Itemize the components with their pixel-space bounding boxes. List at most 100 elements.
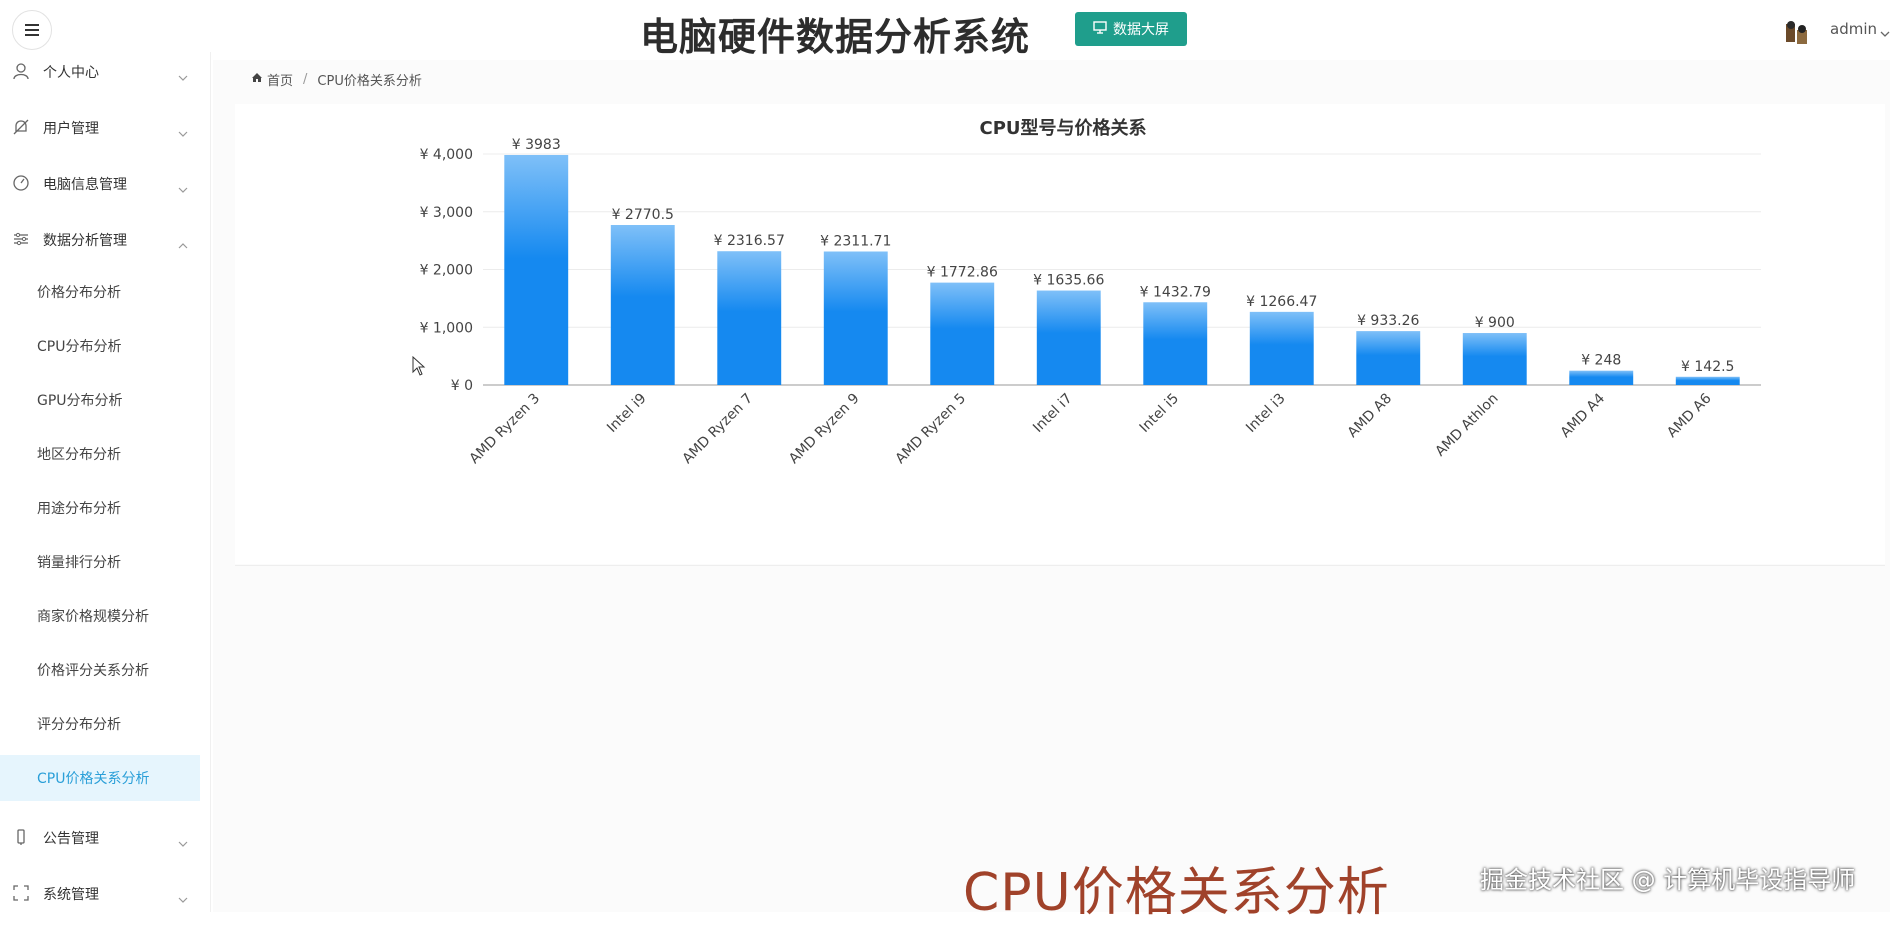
sidebar-subitem-label: 销量排行分析 [37, 555, 121, 571]
chart-title: CPU型号与价格关系 [979, 117, 1146, 139]
x-tick-label: AMD Ryzen 9 [786, 391, 863, 468]
sidebar-item-data-analysis[interactable]: 数据分析管理 [0, 220, 205, 260]
sidebar-subitem-sales-ranking[interactable]: 销量排行分析 [0, 539, 200, 585]
mouse-cursor-icon [412, 355, 426, 380]
bar[interactable] [930, 282, 995, 385]
sidebar-subitem-usage-distribution[interactable]: 用途分布分析 [0, 485, 200, 531]
sidebar-item-announcements[interactable]: 公告管理 [0, 818, 205, 858]
bar[interactable] [610, 225, 675, 385]
breadcrumb: 首页 / CPU价格关系分析 [251, 70, 422, 89]
bar[interactable] [504, 154, 569, 385]
sidebar-subitem-cpu-distribution[interactable]: CPU分布分析 [0, 323, 200, 369]
bell-off-icon [12, 118, 30, 136]
chevron-down-icon [178, 888, 188, 907]
y-tick-label: ¥ 1,000 [420, 320, 473, 336]
sidebar-subitem-label: 商家价格规模分析 [37, 609, 149, 625]
bar-value-label: ¥ 2311.71 [820, 233, 891, 249]
bigscreen-label: 数据大屏 [1113, 22, 1169, 38]
chevron-down-icon [178, 122, 188, 141]
sidebar-subitem-merchant-price-scale[interactable]: 商家价格规模分析 [0, 593, 200, 639]
sidebar: 个人中心 用户管理 电脑信息管理 数据分析管理 价格分布分析 CPU分布分析 G… [0, 52, 211, 912]
bar[interactable] [1569, 370, 1634, 385]
menu-toggle-button[interactable] [12, 10, 52, 50]
sliders-icon [12, 230, 30, 248]
bar[interactable] [1249, 311, 1314, 385]
sidebar-item-label: 公告管理 [43, 831, 99, 847]
sidebar-subitem-rating-distribution[interactable]: 评分分布分析 [0, 701, 200, 747]
chevron-down-icon [178, 66, 188, 85]
chevron-down-icon[interactable] [1880, 22, 1890, 41]
sidebar-item-system[interactable]: 系统管理 [0, 874, 205, 914]
sidebar-subitem-label: 价格分布分析 [37, 285, 121, 301]
sidebar-item-label: 系统管理 [43, 887, 99, 903]
chart-divider [235, 565, 1885, 566]
top-header: 电脑硬件数据分析系统 数据大屏 admin [0, 0, 1890, 62]
breadcrumb-separator: / [303, 72, 308, 87]
bar[interactable] [1036, 290, 1101, 385]
sidebar-item-users[interactable]: 用户管理 [0, 108, 205, 148]
y-tick-label: ¥ 3,000 [420, 205, 473, 221]
gauge-icon [12, 174, 30, 192]
breadcrumb-home[interactable]: 首页 [267, 70, 293, 89]
home-icon [251, 72, 263, 87]
sidebar-subitem-cpu-price-relation[interactable]: CPU价格关系分析 [0, 755, 200, 801]
sidebar-subitem-label: 评分分布分析 [37, 717, 121, 733]
video-caption: CPU价格关系分析 [963, 863, 1390, 923]
chevron-down-icon [178, 178, 188, 197]
x-tick-label: AMD Athlon [1432, 391, 1501, 460]
monitor-icon [1093, 20, 1107, 38]
bar-value-label: ¥ 900 [1475, 315, 1515, 331]
sidebar-subitem-price-distribution[interactable]: 价格分布分析 [0, 269, 200, 315]
bar[interactable] [717, 251, 782, 385]
hamburger-icon [25, 21, 39, 40]
sidebar-item-profile[interactable]: 个人中心 [0, 52, 205, 92]
bar[interactable] [1143, 302, 1208, 385]
sidebar-item-label: 数据分析管理 [43, 233, 127, 249]
y-tick-label: ¥ 0 [451, 378, 473, 394]
bar-value-label: ¥ 1432.79 [1140, 284, 1211, 300]
x-tick-label: Intel i7 [1030, 391, 1075, 436]
bar-value-label: ¥ 3983 [512, 137, 561, 153]
x-tick-label: Intel i3 [1243, 391, 1288, 436]
data-bigscreen-button[interactable]: 数据大屏 [1075, 12, 1187, 46]
sidebar-subitem-label: CPU分布分析 [37, 339, 122, 355]
sidebar-item-label: 用户管理 [43, 121, 99, 137]
avatar[interactable] [1783, 18, 1813, 48]
bar[interactable] [1462, 333, 1527, 385]
sidebar-subitem-label: 地区分布分析 [37, 447, 121, 463]
bar[interactable] [1356, 331, 1421, 385]
x-tick-label: AMD Ryzen 5 [892, 391, 969, 468]
bar[interactable] [1675, 376, 1740, 385]
sidebar-subitem-label: CPU价格关系分析 [37, 771, 150, 787]
sidebar-subitem-gpu-distribution[interactable]: GPU分布分析 [0, 377, 200, 423]
x-tick-label: AMD A4 [1558, 390, 1609, 441]
x-tick-label: AMD Ryzen 7 [679, 391, 756, 468]
username[interactable]: admin [1830, 20, 1877, 38]
sidebar-subitem-label: 用途分布分析 [37, 501, 121, 517]
watermark-text: 掘金技术社区 @ 计算机毕设指导师 [1480, 866, 1856, 894]
bar-value-label: ¥ 1635.66 [1033, 273, 1104, 289]
y-tick-label: ¥ 2,000 [420, 263, 473, 279]
x-tick-label: AMD Ryzen 3 [466, 391, 543, 468]
chevron-down-icon [178, 832, 188, 851]
sidebar-item-label: 电脑信息管理 [43, 177, 127, 193]
bar[interactable] [823, 251, 888, 385]
bar-value-label: ¥ 142.5 [1681, 359, 1734, 375]
x-tick-label: Intel i9 [604, 391, 649, 436]
bar-value-label: ¥ 248 [1581, 353, 1621, 369]
bar-value-label: ¥ 1772.86 [927, 265, 998, 281]
sidebar-subitem-region-distribution[interactable]: 地区分布分析 [0, 431, 200, 477]
main-content: 首页 / CPU价格关系分析 CPU型号与价格关系 ¥ 0 ¥ 1,000 ¥ 2,… [213, 60, 1890, 923]
cpu-price-bar-chart: CPU型号与价格关系 ¥ 0 ¥ 1,000 ¥ 2,000 ¥ 3,000 ¥ 4,0… [420, 117, 1761, 468]
chevron-up-icon [178, 234, 188, 253]
bar-value-label: ¥ 2770.5 [612, 207, 674, 223]
breadcrumb-current: CPU价格关系分析 [317, 74, 422, 89]
bar-value-label: ¥ 933.26 [1357, 313, 1419, 329]
frame-icon [12, 884, 30, 902]
sidebar-subitem-price-rating[interactable]: 价格评分关系分析 [0, 647, 200, 693]
phone-icon [12, 828, 30, 846]
sidebar-subitem-label: 价格评分关系分析 [37, 663, 149, 679]
chart-card: CPU型号与价格关系 ¥ 0 ¥ 1,000 ¥ 2,000 ¥ 3,000 ¥ 4,0… [235, 104, 1885, 564]
sidebar-item-computer-info[interactable]: 电脑信息管理 [0, 164, 205, 204]
sidebar-item-label: 个人中心 [43, 65, 99, 81]
